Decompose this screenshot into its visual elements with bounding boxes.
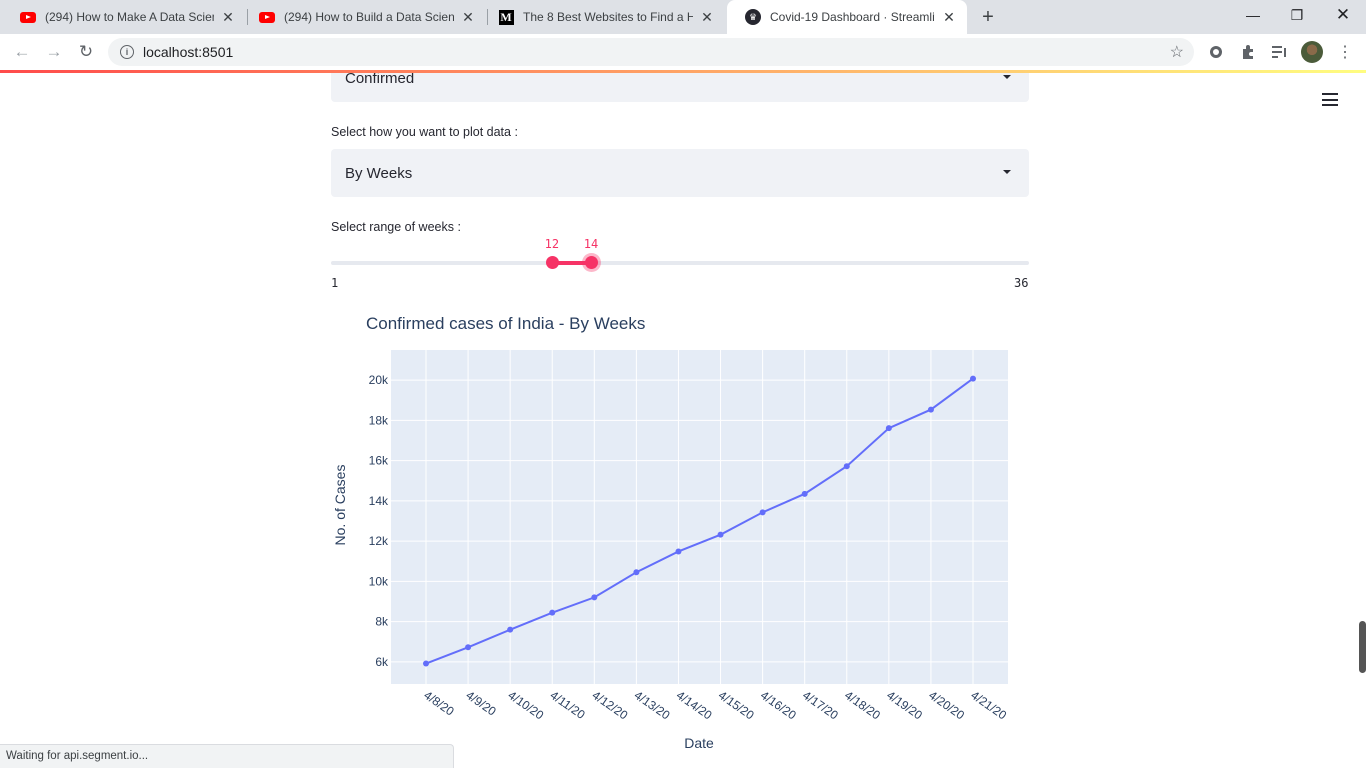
x-tick-label: 4/11/20	[548, 688, 588, 722]
minimize-icon[interactable]: —	[1230, 0, 1276, 30]
data-point	[927, 406, 934, 413]
close-tab-icon[interactable]: ✕	[941, 9, 957, 26]
week-slider-high-handle[interactable]	[585, 256, 599, 269]
y-tick-label: 12k	[369, 534, 389, 548]
tab-strip: (294) How to Make A Data Science ✕ (294)…	[0, 0, 1366, 34]
app-main: Confirmed Select how you want to plot da…	[0, 73, 1366, 768]
chevron-down-icon	[1003, 170, 1011, 174]
forward-icon[interactable]: →	[42, 40, 66, 64]
tab-title: The 8 Best Websites to Find a Hack	[523, 10, 693, 24]
week-range-label: Select range of weeks :	[331, 220, 461, 234]
x-tick-label: 4/15/20	[716, 688, 757, 723]
plot-mode-label: Select how you want to plot data :	[331, 125, 518, 139]
week-slider-high-value: 14	[583, 237, 599, 251]
data-point	[885, 425, 892, 432]
x-tick-label: 4/18/20	[842, 688, 883, 723]
y-tick-label: 14k	[369, 494, 389, 508]
x-tick-label: 4/19/20	[884, 688, 925, 723]
data-point	[843, 463, 850, 470]
x-tick-label: 4/16/20	[758, 688, 799, 723]
hamburger-menu-icon[interactable]	[1322, 93, 1338, 110]
kebab-menu-icon[interactable]: ⋮	[1336, 43, 1354, 61]
close-tab-icon[interactable]: ✕	[220, 9, 236, 26]
plot-background	[391, 350, 1008, 684]
x-tick-label: 4/8/20	[421, 688, 457, 719]
close-tab-icon[interactable]: ✕	[460, 9, 476, 26]
week-slider-max-label: 36	[1014, 276, 1029, 290]
x-tick-label: 4/13/20	[632, 688, 673, 723]
y-axis-title: No. of Cases	[332, 465, 348, 546]
week-slider-low-value: 12	[544, 237, 560, 251]
x-tick-label: 4/12/20	[590, 688, 631, 723]
close-window-icon[interactable]: ✕	[1320, 0, 1366, 30]
tab-title: (294) How to Make A Data Science	[45, 10, 214, 24]
tab-title: (294) How to Build a Data Science	[284, 10, 454, 24]
url-text: localhost:8501	[143, 44, 234, 60]
select-value: By Weeks	[345, 164, 413, 182]
data-point	[507, 626, 514, 633]
site-info-icon[interactable]: i	[120, 45, 134, 59]
status-bar: Waiting for api.segment.io...	[0, 744, 454, 768]
reload-icon[interactable]: ↻	[74, 40, 98, 64]
profile-avatar[interactable]	[1301, 41, 1323, 63]
x-tick-label: 4/9/20	[463, 688, 499, 719]
data-point	[591, 594, 598, 601]
youtube-icon	[20, 9, 36, 25]
plot-mode-select[interactable]: By Weeks	[331, 149, 1029, 197]
bookmark-star-icon[interactable]: ☆	[1170, 42, 1184, 62]
close-tab-icon[interactable]: ✕	[699, 9, 715, 26]
data-point	[633, 569, 640, 576]
new-tab-icon[interactable]: +	[978, 6, 998, 29]
extension-circle-icon[interactable]	[1207, 43, 1225, 61]
week-slider-track[interactable]	[331, 261, 1029, 265]
browser-tab-1[interactable]: (294) How to Make A Data Science ✕	[2, 0, 246, 34]
y-tick-label: 16k	[369, 454, 389, 468]
browser-tab-3[interactable]: M The 8 Best Websites to Find a Hack ✕	[480, 0, 725, 34]
chevron-down-icon	[1003, 75, 1011, 79]
media-queue-icon[interactable]	[1271, 43, 1289, 61]
browser-tab-4[interactable]: ♛ Covid-19 Dashboard · Streamlit ✕	[727, 0, 967, 34]
browser-tab-2[interactable]: (294) How to Build a Data Science ✕	[241, 0, 486, 34]
data-point	[423, 660, 429, 667]
x-axis-title: Date	[684, 735, 714, 751]
select-value: Confirmed	[345, 73, 415, 87]
week-slider-min-label: 1	[331, 276, 339, 290]
cases-line-chart[interactable]: Confirmed cases of India - By Weeks 6k 8k…	[331, 305, 1029, 755]
chart-title: Confirmed cases of India - By Weeks	[366, 314, 645, 333]
back-icon[interactable]: ←	[10, 40, 34, 64]
week-slider-low-handle[interactable]	[546, 256, 560, 269]
y-tick-label: 10k	[369, 574, 389, 588]
youtube-icon	[259, 9, 275, 25]
medium-icon: M	[498, 9, 514, 25]
data-point	[675, 548, 682, 555]
x-tick-label: 4/20/20	[926, 688, 967, 723]
x-tick-label: 4/21/20	[968, 688, 1009, 723]
data-point	[759, 509, 766, 516]
x-tick-label: 4/17/20	[800, 688, 841, 723]
x-tick-label: 4/10/20	[505, 688, 546, 723]
extensions-puzzle-icon[interactable]	[1239, 43, 1257, 61]
scrollbar-thumb[interactable]	[1359, 621, 1366, 673]
data-point	[801, 490, 808, 497]
browser-toolbar: ← → ↻ i localhost:8501 ☆ ⋮	[0, 34, 1366, 70]
data-point	[465, 644, 472, 651]
data-point	[549, 609, 556, 616]
y-tick-label: 8k	[375, 615, 389, 629]
restore-icon[interactable]: ❐	[1274, 0, 1320, 30]
data-point	[717, 531, 724, 538]
y-tick-label: 20k	[369, 373, 389, 387]
streamlit-icon: ♛	[745, 9, 761, 25]
case-type-select[interactable]: Confirmed	[331, 73, 1029, 102]
tab-title: Covid-19 Dashboard · Streamlit	[770, 10, 935, 24]
address-bar[interactable]: i localhost:8501 ☆	[108, 38, 1194, 66]
x-tick-label: 4/14/20	[674, 688, 715, 723]
y-tick-label: 18k	[369, 413, 389, 427]
data-point	[970, 375, 976, 382]
y-tick-label: 6k	[375, 655, 389, 669]
